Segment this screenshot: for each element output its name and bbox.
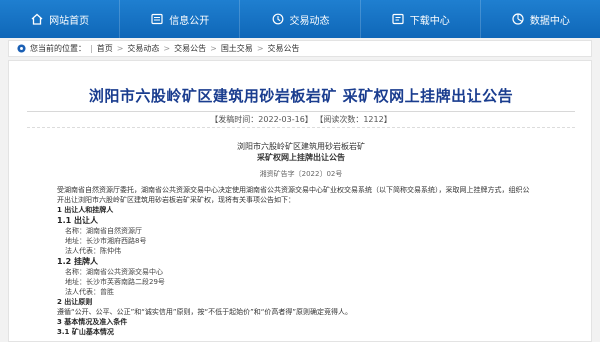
subsection-heading: 1.1 出让人 [57, 216, 98, 225]
document-heading-line2: 采矿权网上挂牌出让公告 [257, 153, 345, 162]
nav-data-label: 数据中心 [529, 15, 570, 27]
section-heading: 2 出让原则 [57, 298, 93, 306]
subsection-heading: 3.1 矿山基本情况 [57, 328, 114, 336]
section-heading: 3 基本情况及准入条件 [57, 318, 128, 326]
breadcrumb-current[interactable]: 交易公告 [268, 43, 300, 54]
nav-home-label: 网站首页 [49, 15, 90, 27]
data-icon [512, 13, 524, 25]
nav-trade-label: 交易动态 [289, 15, 330, 27]
document-heading-line1: 浏阳市六股岭矿区建筑用砂岩板岩矿 [237, 142, 365, 151]
top-nav: 网站首页 信息公开 交易动态 下载中心 数据中心 [0, 0, 600, 38]
breadcrumb-separator: > [163, 44, 171, 53]
nav-download[interactable]: 下载中心 [361, 0, 481, 38]
intro-paragraph-line2: 开出让浏阳市六股岭矿区建筑用砂岩板岩矿采矿权，现将有关事项公告如下： [57, 196, 295, 204]
breadcrumb-separator: > [210, 44, 217, 53]
breadcrumb-land-trade[interactable]: 国土交易 [221, 43, 253, 54]
home-icon [31, 13, 43, 25]
assignor-address: 地址：长沙市湘府西路8号 [65, 237, 147, 245]
title-divider [27, 111, 575, 112]
breadcrumb-separator: | [90, 44, 93, 53]
breadcrumb-trade-notice[interactable]: 交易公告 [174, 43, 206, 54]
breadcrumb: 您当前的位置： | 首页 > 交易动态 > 交易公告 > 国土交易 > 交易公告 [8, 40, 592, 57]
breadcrumb-trade-news[interactable]: 交易动态 [127, 43, 159, 54]
meta-divider [27, 127, 575, 128]
assignor-name: 名称：湖南省自然资源厅 [65, 227, 142, 235]
nav-home[interactable]: 网站首页 [0, 0, 121, 38]
nav-data[interactable]: 数据中心 [481, 0, 600, 38]
trade-icon [272, 13, 283, 25]
nav-info-label: 信息公开 [169, 15, 210, 27]
article-meta: 【发稿时间：2022-03-16】 【阅读次数：1212】 [210, 115, 392, 124]
breadcrumb-separator: > [256, 44, 264, 53]
breadcrumb-separator: > [116, 44, 124, 53]
nav-info[interactable]: 信息公开 [120, 0, 241, 38]
section-heading: 1 出让人和挂牌人 [57, 206, 114, 214]
nav-trade[interactable]: 交易动态 [240, 0, 361, 38]
download-icon [392, 13, 404, 25]
info-icon [151, 13, 163, 25]
document-number: 湘资矿告字〔2022〕02号 [259, 170, 343, 178]
lister-representative: 法人代表：曾胜 [65, 288, 114, 296]
document-heading: 浏阳市六股岭矿区建筑用砂岩板岩矿 采矿权网上挂牌出让公告 [9, 141, 591, 163]
breadcrumb-home[interactable]: 首页 [97, 43, 113, 54]
article-panel: 浏阳市六股岭矿区建筑用砂岩板岩矿 采矿权网上挂牌出让公告 【发稿时间：2022-… [8, 60, 592, 342]
assignor-representative: 法人代表：陈仲伟 [65, 247, 121, 255]
page-title: 浏阳市六股岭矿区建筑用砂岩板岩矿 采矿权网上挂牌出让公告 [88, 87, 514, 105]
principle-text: 遵循“公开、公平、公正”和“诚实信用”原则，按“不低于起始价”和“价高者得”原则… [57, 308, 353, 316]
location-icon [17, 44, 26, 53]
nav-download-label: 下载中心 [409, 15, 450, 27]
article-body: 受湖南省自然资源厅委托，湖南省公共资源交易中心决定使用湖南省公共资源交易中心矿业… [57, 185, 577, 337]
lister-name: 名称：湖南省公共资源交易中心 [65, 268, 163, 276]
subsection-heading: 1.2 挂牌人 [57, 257, 98, 266]
breadcrumb-prefix: 您当前的位置： [30, 44, 86, 53]
intro-paragraph-line1: 受湖南省自然资源厅委托，湖南省公共资源交易中心决定使用湖南省公共资源交易中心矿业… [57, 186, 530, 194]
lister-address: 地址：长沙市芙蓉南路二段29号 [65, 278, 165, 286]
